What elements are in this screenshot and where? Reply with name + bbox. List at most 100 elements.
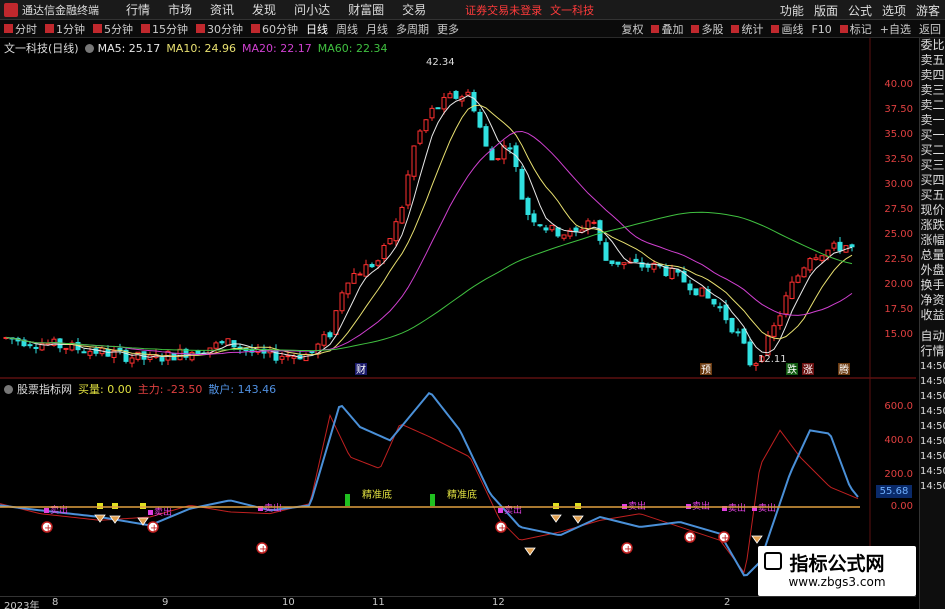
signal-square-icon <box>575 503 581 509</box>
period-daily[interactable]: 日线 <box>306 21 332 37</box>
time-tick: 8 <box>52 597 59 608</box>
diamond-signal-icon <box>524 547 536 556</box>
candle <box>453 90 459 99</box>
side-item[interactable]: 涨幅 <box>920 233 945 248</box>
tool-stats[interactable]: 统计 <box>731 21 763 37</box>
menu-item-discover[interactable]: 发现 <box>252 1 276 18</box>
tool-mark[interactable]: 标记 <box>839 21 872 37</box>
tool-back[interactable]: 返回 <box>919 21 941 37</box>
side-item[interactable]: 委比 <box>920 38 945 53</box>
period-more[interactable]: 更多 <box>437 21 463 37</box>
side-item[interactable]: 14:50 <box>920 479 945 494</box>
period-15min[interactable]: 15分钟 <box>141 21 192 37</box>
side-item[interactable]: 14:50 <box>920 419 945 434</box>
signal-square-icon <box>140 503 146 509</box>
menu-formula[interactable]: 公式 <box>848 2 872 19</box>
side-item[interactable]: 外盘 <box>920 263 945 278</box>
side-item[interactable]: 净资 <box>920 293 945 308</box>
sell-signal-icon <box>44 508 49 513</box>
tool-add-favorite[interactable]: +自选 <box>880 21 911 37</box>
side-item[interactable]: 卖一 <box>920 113 945 128</box>
plus-icon: + <box>721 533 729 544</box>
signal-markers: + +++++ +卖出 卖出 卖出 卖出 卖出 卖出 卖出 卖出 <box>41 500 776 556</box>
indicator-tick: 600.0 <box>884 401 913 412</box>
guest-user[interactable]: 游客 <box>916 2 940 19</box>
side-item[interactable]: 14:50 <box>920 434 945 449</box>
price-tick: 25.00 <box>884 229 913 240</box>
candle <box>333 310 339 335</box>
menu-function[interactable]: 功能 <box>780 2 804 19</box>
side-item[interactable]: 买一 <box>920 128 945 143</box>
side-item[interactable]: 卖三 <box>920 83 945 98</box>
period-30min[interactable]: 30分钟 <box>196 21 247 37</box>
side-item[interactable]: 14:50 <box>920 374 945 389</box>
sell-tag: 卖出 <box>692 500 710 512</box>
period-5min[interactable]: 5分钟 <box>93 21 137 37</box>
side-item[interactable]: 收益 <box>920 308 945 323</box>
candle <box>543 227 549 231</box>
side-item[interactable]: 14:50 <box>920 449 945 464</box>
period-weekly[interactable]: 周线 <box>336 21 362 37</box>
tool-overlay[interactable]: 叠加 <box>651 21 683 37</box>
period-monthly[interactable]: 月线 <box>366 21 392 37</box>
side-item[interactable]: 换手 <box>920 278 945 293</box>
side-item[interactable]: 14:50 <box>920 359 945 374</box>
time-tick: 10 <box>282 597 295 608</box>
menu-options[interactable]: 选项 <box>882 2 906 19</box>
svg-text:涨: 涨 <box>803 364 813 376</box>
menu-item-wealth[interactable]: 财富圈 <box>348 1 384 18</box>
period-timeshare[interactable]: 分时 <box>4 21 41 37</box>
side-item[interactable]: 卖五 <box>920 53 945 68</box>
signal-square-icon <box>553 503 559 509</box>
menu-item-quotes[interactable]: 行情 <box>126 1 150 18</box>
candle <box>687 283 693 291</box>
candle <box>621 262 627 266</box>
broker-status[interactable]: 证券交易未登录 <box>465 2 542 18</box>
side-item[interactable]: 行情 <box>920 344 945 359</box>
menu-item-ask[interactable]: 问小达 <box>294 1 330 18</box>
sell-tag: 卖出 <box>728 502 746 514</box>
side-item[interactable]: 14:50 <box>920 464 945 479</box>
tool-adjust[interactable]: 复权 <box>621 21 643 37</box>
side-item[interactable]: 卖二 <box>920 98 945 113</box>
tool-f10[interactable]: F10 <box>811 23 831 36</box>
period-1min[interactable]: 1分钟 <box>45 21 89 37</box>
candle <box>813 257 819 261</box>
side-item[interactable]: 涨跌 <box>920 218 945 233</box>
candle <box>741 328 747 344</box>
tool-draw[interactable]: 画线 <box>771 21 803 37</box>
candle <box>699 287 705 297</box>
candle <box>363 264 369 277</box>
menu-item-trade[interactable]: 交易 <box>402 1 426 18</box>
candle <box>369 264 375 268</box>
candle <box>591 221 597 224</box>
period-toolbar: 分时 1分钟 5分钟 15分钟 30分钟 60分钟 日线 周线 月线 多周期 更… <box>0 20 945 38</box>
candle <box>801 267 807 278</box>
side-item[interactable]: 买四 <box>920 173 945 188</box>
side-item[interactable]: 自动 <box>920 329 945 344</box>
tool-multistock[interactable]: 多股 <box>691 21 723 37</box>
period-60min[interactable]: 60分钟 <box>251 21 302 37</box>
side-item[interactable]: 总量 <box>920 248 945 263</box>
candle <box>849 244 855 248</box>
menu-item-news[interactable]: 资讯 <box>210 1 234 18</box>
side-item[interactable]: 14:50 <box>920 404 945 419</box>
kline-chart[interactable]: + +++++ +卖出 卖出 卖出 卖出 卖出 卖出 卖出 卖出 42.34 12.11 财 预 … <box>0 38 916 596</box>
side-item[interactable]: 卖四 <box>920 68 945 83</box>
candle <box>711 298 717 305</box>
menu-layout[interactable]: 版面 <box>814 2 838 19</box>
side-item[interactable]: 14:50 <box>920 389 945 404</box>
svg-text:预: 预 <box>701 364 711 376</box>
menu-item-market[interactable]: 市场 <box>168 1 192 18</box>
price-tick: 30.00 <box>884 179 913 190</box>
side-item[interactable]: 买三 <box>920 158 945 173</box>
side-item[interactable]: 现价 <box>920 203 945 218</box>
settings-dot-icon[interactable] <box>4 384 13 394</box>
candle <box>483 126 489 147</box>
checkbox-icon <box>691 25 700 33</box>
indicator-tick: 0.00 <box>890 501 913 512</box>
period-multi[interactable]: 多周期 <box>396 21 433 37</box>
side-item[interactable]: 买五 <box>920 188 945 203</box>
candle <box>381 245 387 260</box>
side-item[interactable]: 买二 <box>920 143 945 158</box>
